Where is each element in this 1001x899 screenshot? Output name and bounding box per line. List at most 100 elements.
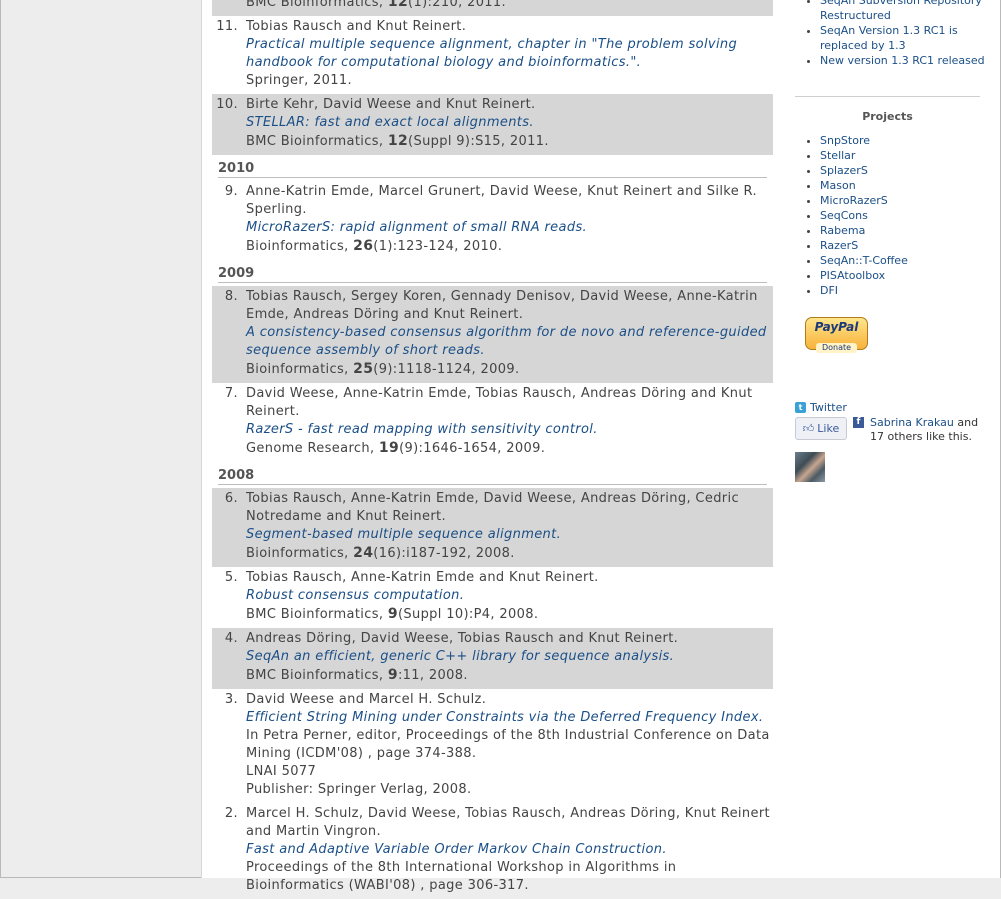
facebook-icon: f bbox=[853, 417, 864, 428]
avatar[interactable] bbox=[795, 452, 825, 482]
publication-authors: Tobias Rausch, Anne-Katrin Emde and Knut… bbox=[246, 570, 599, 585]
publication-authors: Andreas Döring, David Weese, Tobias Raus… bbox=[246, 631, 679, 646]
publication-body: Anne-Katrin Emde, Marcel Grunert, David … bbox=[246, 183, 773, 256]
news-item[interactable]: New version 1.3 RC1 released bbox=[820, 53, 1000, 68]
publication-authors: Tobias Rausch, Anne-Katrin Emde, David W… bbox=[246, 491, 739, 524]
venue-name: Genome Research, bbox=[246, 441, 379, 456]
venue-volume: 9 bbox=[387, 606, 398, 622]
publication-authors: Anne-Katrin Emde, Marcel Grunert, David … bbox=[246, 184, 757, 217]
venue-details: (1):210, 2011. bbox=[408, 0, 507, 10]
publication-number: 3. bbox=[224, 692, 238, 707]
paypal-donate-button[interactable]: PayPal Donate bbox=[805, 317, 868, 353]
year-heading: 2008 bbox=[218, 466, 767, 485]
publication-authors: Tobias Rausch and Knut Reinert. bbox=[246, 19, 467, 34]
publication-body: David Weese, Anne-Katrin Emde, Tobias Ra… bbox=[246, 385, 773, 458]
publication-body: David Weese and Marcel H. Schulz. Efficie… bbox=[246, 691, 773, 799]
publication-venue: Bioinformatics, 24(16):i187-192, 2008. bbox=[246, 544, 773, 563]
venue-name: BMC Bioinformatics, bbox=[246, 668, 388, 683]
publication-number: 4. bbox=[224, 631, 238, 646]
publication-note: Proceedings of the 8th International Wor… bbox=[246, 860, 677, 893]
publication-entry: 2. Marcel H. Schulz, David Weese, Tobias … bbox=[212, 803, 773, 899]
publication-entry: BMC Bioinformatics, 12(1):210, 2011. bbox=[212, 0, 773, 16]
publication-authors: Birte Kehr, David Weese and Knut Reinert… bbox=[246, 97, 536, 112]
publication-number: 10. bbox=[216, 97, 238, 112]
publication-entry: 3. David Weese and Marcel H. Schulz. Effic… bbox=[212, 689, 773, 803]
publication-note: In Petra Perner, editor, Proceedings of … bbox=[246, 728, 770, 761]
publication-number: 11. bbox=[216, 19, 238, 34]
twitter-label: Twitter bbox=[810, 401, 847, 414]
project-link-rabema[interactable]: Rabema bbox=[820, 223, 908, 238]
project-link-stellar[interactable]: Stellar bbox=[820, 148, 908, 163]
donate-label: Donate bbox=[815, 343, 858, 353]
twitter-link[interactable]: t Twitter bbox=[795, 401, 847, 414]
publication-title-link[interactable]: Fast and Adaptive Variable Order Markov … bbox=[246, 841, 773, 859]
window-border-left bbox=[0, 0, 1, 878]
news-item[interactable]: SeqAn Subversion Repository Restructured bbox=[820, 0, 1000, 23]
year-heading: 2010 bbox=[218, 159, 767, 178]
publication-number: 8. bbox=[224, 289, 238, 304]
venue-volume: 9 bbox=[387, 667, 398, 683]
publication-body: BMC Bioinformatics, 12(1):210, 2011. bbox=[246, 0, 773, 12]
venue-details: (Suppl 10):P4, 2008. bbox=[397, 607, 539, 622]
publication-title-link[interactable]: Robust consensus computation. bbox=[246, 587, 773, 605]
venue-name: BMC Bioinformatics, bbox=[246, 134, 388, 149]
year-heading: 2009 bbox=[218, 264, 767, 283]
venue-details: (16):i187-192, 2008. bbox=[373, 546, 515, 561]
publication-venue: Genome Research, 19(9):1646-1654, 2009. bbox=[246, 439, 773, 458]
project-link-razers[interactable]: RazerS bbox=[820, 238, 908, 253]
publication-title-link[interactable]: Practical multiple sequence alignment, c… bbox=[246, 36, 773, 72]
venue-volume: 19 bbox=[378, 440, 400, 456]
publication-authors: David Weese and Marcel H. Schulz. bbox=[246, 692, 487, 707]
project-link-snpstore[interactable]: SnpStore bbox=[820, 133, 908, 148]
publication-body: Tobias Rausch, Anne-Katrin Emde and Knut… bbox=[246, 569, 773, 624]
venue-details: (Suppl 9):S15, 2011. bbox=[408, 134, 549, 149]
project-link-pisatoolbox[interactable]: PISAtoolbox bbox=[820, 268, 908, 283]
publication-authors: Marcel H. Schulz, David Weese, Tobias Ra… bbox=[246, 806, 770, 839]
facebook-like-button[interactable]: 👍︎ Like bbox=[795, 417, 847, 440]
sidebar-divider bbox=[795, 96, 980, 97]
twitter-icon: t bbox=[795, 402, 806, 413]
publication-title-link[interactable]: Segment-based multiple sequence alignmen… bbox=[246, 526, 773, 544]
publication-title-link[interactable]: STELLAR: fast and exact local alignments… bbox=[246, 114, 773, 132]
venue-name: Bioinformatics, bbox=[246, 239, 354, 254]
facebook-friend-link[interactable]: Sabrina Krakau bbox=[870, 416, 954, 429]
publication-title-link[interactable]: RazerS - fast read mapping with sensitiv… bbox=[246, 421, 773, 439]
publication-list: BMC Bioinformatics, 12(1):210, 2011. 11. T… bbox=[212, 0, 773, 899]
publication-body: Andreas Döring, David Weese, Tobias Raus… bbox=[246, 630, 773, 685]
thumbs-up-icon: 👍︎ bbox=[802, 422, 815, 435]
project-link-mason[interactable]: Mason bbox=[820, 178, 908, 193]
venue-volume: 26 bbox=[353, 238, 374, 254]
project-link-dfi[interactable]: DFI bbox=[820, 283, 908, 298]
like-label: Like bbox=[817, 422, 840, 435]
publication-entry: 9. Anne-Katrin Emde, Marcel Grunert, Davi… bbox=[212, 181, 773, 260]
venue-details: (1):123-124, 2010. bbox=[373, 239, 503, 254]
publication-entry: 4. Andreas Döring, David Weese, Tobias Ra… bbox=[212, 628, 773, 689]
publication-entry: 10. Birte Kehr, David Weese and Knut Rein… bbox=[212, 94, 773, 155]
publication-body: Tobias Rausch, Anne-Katrin Emde, David W… bbox=[246, 490, 773, 563]
publication-venue: BMC Bioinformatics, 12(1):210, 2011. bbox=[246, 0, 773, 12]
publication-venue: BMC Bioinformatics, 12(Suppl 9):S15, 201… bbox=[246, 132, 773, 151]
publication-number: 6. bbox=[224, 491, 238, 506]
venue-name: Bioinformatics, bbox=[246, 362, 354, 377]
project-link-seqcons[interactable]: SeqCons bbox=[820, 208, 908, 223]
publication-title-link[interactable]: SeqAn an efficient, generic C++ library … bbox=[246, 648, 773, 666]
publication-authors: Tobias Rausch, Sergey Koren, Gennady Den… bbox=[246, 289, 758, 322]
publication-number: 2. bbox=[224, 806, 238, 821]
venue-volume: 12 bbox=[387, 133, 409, 149]
publication-entry: 6. Tobias Rausch, Anne-Katrin Emde, David… bbox=[212, 488, 773, 567]
publication-title-link[interactable]: Efficient String Mining under Constraint… bbox=[246, 709, 773, 727]
publication-venue: Bioinformatics, 25(9):1118-1124, 2009. bbox=[246, 360, 773, 379]
publication-number: 5. bbox=[224, 570, 238, 585]
news-list: SeqAn Subversion Repository Restructured… bbox=[806, 0, 1000, 68]
project-link-seqan-tcoffee[interactable]: SeqAn::T-Coffee bbox=[820, 253, 908, 268]
project-link-splazers[interactable]: SplazerS bbox=[820, 163, 908, 178]
paypal-logo: PayPal bbox=[814, 320, 859, 334]
project-link-microrazers[interactable]: MicroRazerS bbox=[820, 193, 908, 208]
publication-title-link[interactable]: A consistency-based consensus algorithm … bbox=[246, 324, 773, 360]
publication-entry: 7. David Weese, Anne-Katrin Emde, Tobias … bbox=[212, 383, 773, 462]
publication-number: 7. bbox=[224, 386, 238, 401]
publication-title-link[interactable]: MicroRazerS: rapid alignment of small RN… bbox=[246, 219, 773, 237]
publication-entry: 5. Tobias Rausch, Anne-Katrin Emde and Kn… bbox=[212, 567, 773, 628]
publication-entry: 11. Tobias Rausch and Knut Reinert. Practi… bbox=[212, 16, 773, 94]
news-item[interactable]: SeqAn Version 1.3 RC1 is replaced by 1.3 bbox=[820, 23, 1000, 53]
